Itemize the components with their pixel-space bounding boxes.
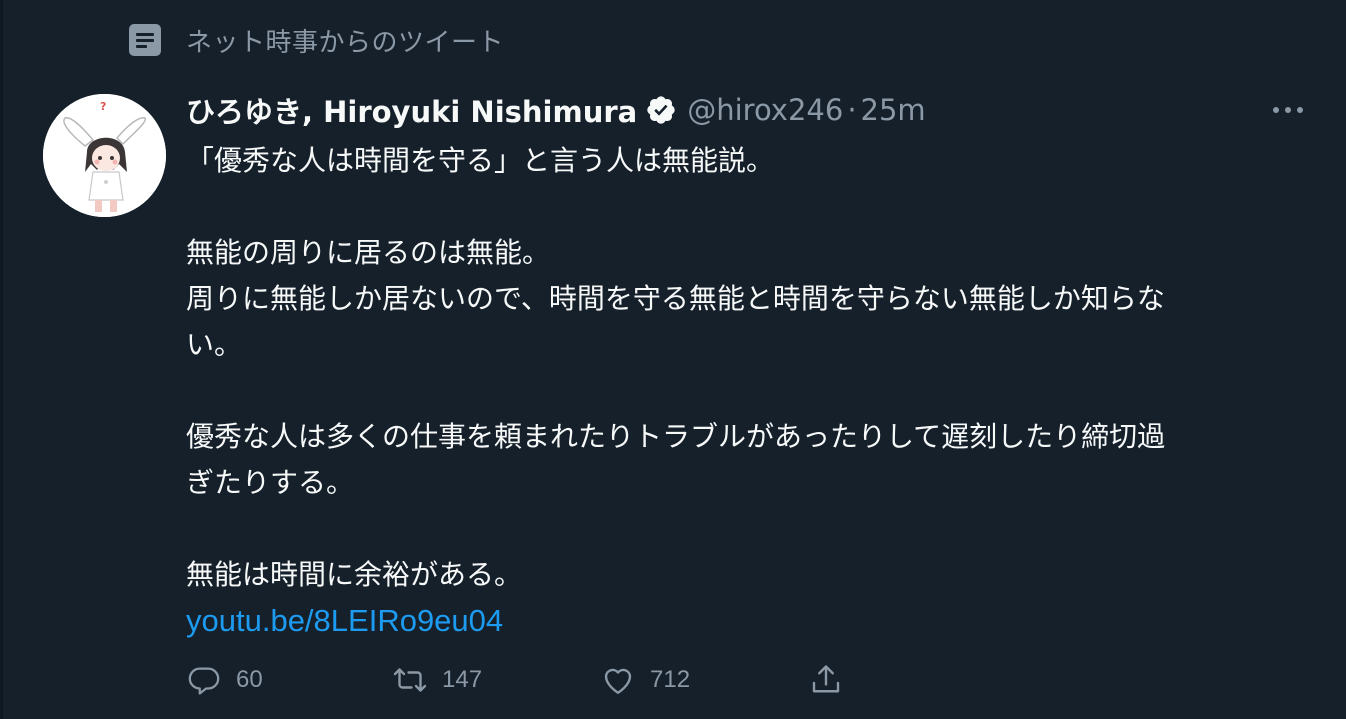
- svg-text:?: ?: [100, 100, 106, 113]
- display-name[interactable]: ひろゆき, Hiroyuki Nishimura: [186, 89, 637, 131]
- tweet-line: 無能の周りに居るのは無能。: [186, 236, 551, 269]
- reply-icon: [186, 662, 222, 698]
- tweet-line: [186, 184, 1316, 230]
- verified-badge-icon: [645, 94, 677, 126]
- tweet-line: ぎたりする。: [186, 466, 355, 499]
- tweet-action-bar: 60 147 712: [186, 656, 886, 704]
- like-count: 712: [650, 666, 691, 693]
- social-context[interactable]: ネット時事からのツイート: [128, 20, 504, 60]
- tweet-link[interactable]: youtu.be/8LEIRo9eu04: [186, 598, 1316, 644]
- heart-icon: [600, 662, 636, 698]
- retweet-count: 147: [442, 666, 483, 693]
- tweet-line: 周りに無能しか居ないので、時間を守る無能と時間を守らない無能しか知らな: [186, 282, 1165, 315]
- tweet-text: 「優秀な人は時間を守る」と言う人は無能説。 無能の周りに居るのは無能。 周りに無…: [186, 138, 1316, 644]
- reply-button[interactable]: 60: [186, 656, 263, 704]
- like-button[interactable]: 712: [600, 656, 690, 704]
- reply-count: 60: [236, 666, 263, 693]
- left-edge-divider: [0, 0, 3, 719]
- avatar[interactable]: ?: [43, 94, 166, 217]
- retweet-icon: [392, 662, 428, 698]
- header-separator: ·: [847, 93, 857, 127]
- tweet-line: い。: [186, 328, 243, 361]
- retweet-button[interactable]: 147: [392, 656, 482, 704]
- tweet-line: [186, 368, 1316, 414]
- tweet-line: [186, 506, 1316, 552]
- more-options-icon[interactable]: [1268, 94, 1308, 126]
- share-button[interactable]: [808, 656, 844, 704]
- share-icon: [808, 662, 844, 698]
- tweet-timestamp[interactable]: 25m: [861, 93, 926, 127]
- tweet-line: 優秀な人は多くの仕事を頼まれたりトラブルがあったりして遅刻したり締切過: [186, 420, 1166, 453]
- tweet-line: 無能は時間に余裕がある。: [186, 558, 523, 591]
- tweet-line: 「優秀な人は時間を守る」と言う人は無能説。: [186, 144, 775, 177]
- social-context-text: ネット時事からのツイート: [186, 27, 505, 58]
- user-handle[interactable]: @hirox246: [687, 93, 843, 127]
- tweet-header: ひろゆき, Hiroyuki Nishimura @hirox246 · 25m: [186, 88, 926, 132]
- article-icon: [128, 23, 162, 57]
